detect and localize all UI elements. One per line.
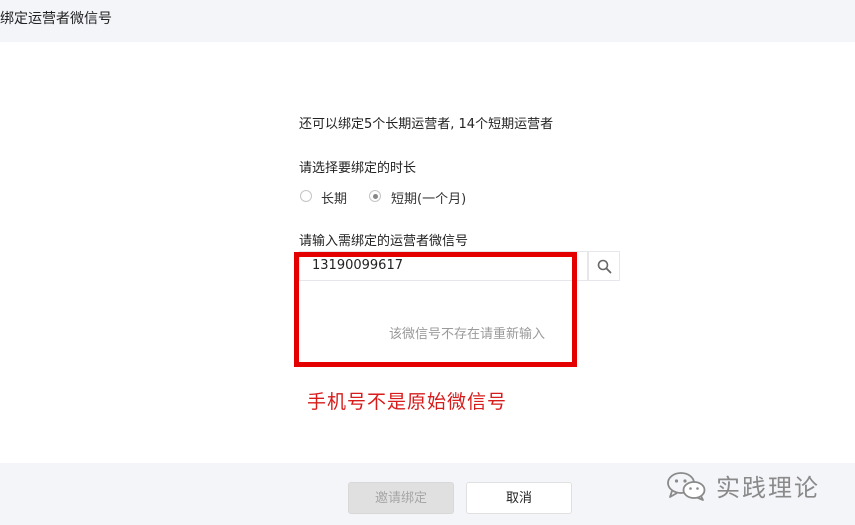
search-button[interactable] xyxy=(588,251,620,281)
invite-bind-button[interactable]: 邀请绑定 xyxy=(348,482,454,514)
annotation-text: 手机号不是原始微信号 xyxy=(307,391,508,413)
radio-long-term[interactable] xyxy=(300,190,312,202)
quota-text: 还可以绑定5个长期运营者, 14个短期运营者 xyxy=(299,117,554,132)
cancel-button[interactable]: 取消 xyxy=(466,482,572,514)
search-icon xyxy=(597,259,612,274)
radio-short-term-label[interactable]: 短期(一个月) xyxy=(391,188,466,207)
dialog-header: 绑定运营者微信号 xyxy=(0,0,855,42)
radio-long-term-label[interactable]: 长期 xyxy=(321,188,347,207)
wechat-icon xyxy=(667,472,706,501)
duration-label: 请选择要绑定的时长 xyxy=(299,161,417,176)
wechat-id-label: 请输入需绑定的运营者微信号 xyxy=(299,234,469,249)
annotation-highlight-box xyxy=(294,252,577,367)
watermark-text: 实践理论 xyxy=(716,474,820,502)
radio-short-term[interactable] xyxy=(369,190,381,202)
dialog-title: 绑定运营者微信号 xyxy=(0,11,112,27)
